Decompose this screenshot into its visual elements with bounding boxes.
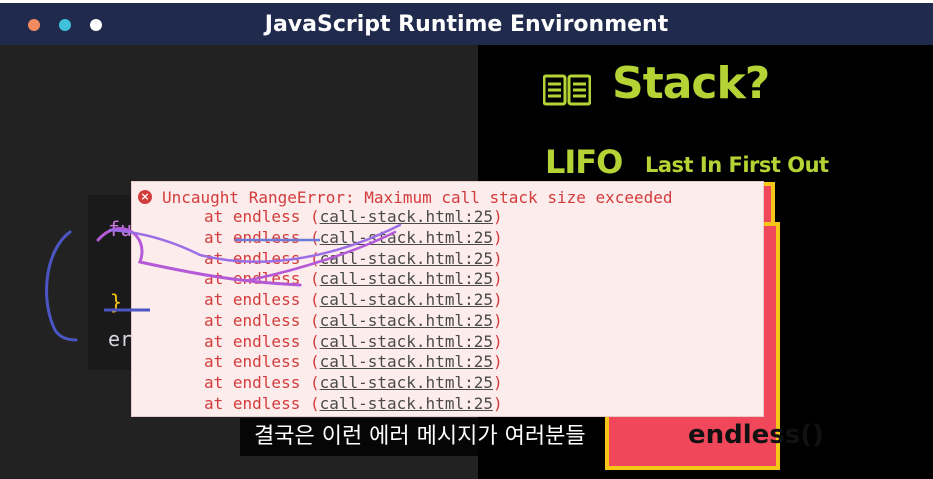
video-subtitle: 결국은 이런 에러 메시지가 여러분들: [240, 418, 600, 456]
annotation-scribbles: [45, 223, 402, 342]
annotation-arrow-left: [45, 230, 78, 342]
annotation-curve-violet: [108, 223, 402, 263]
